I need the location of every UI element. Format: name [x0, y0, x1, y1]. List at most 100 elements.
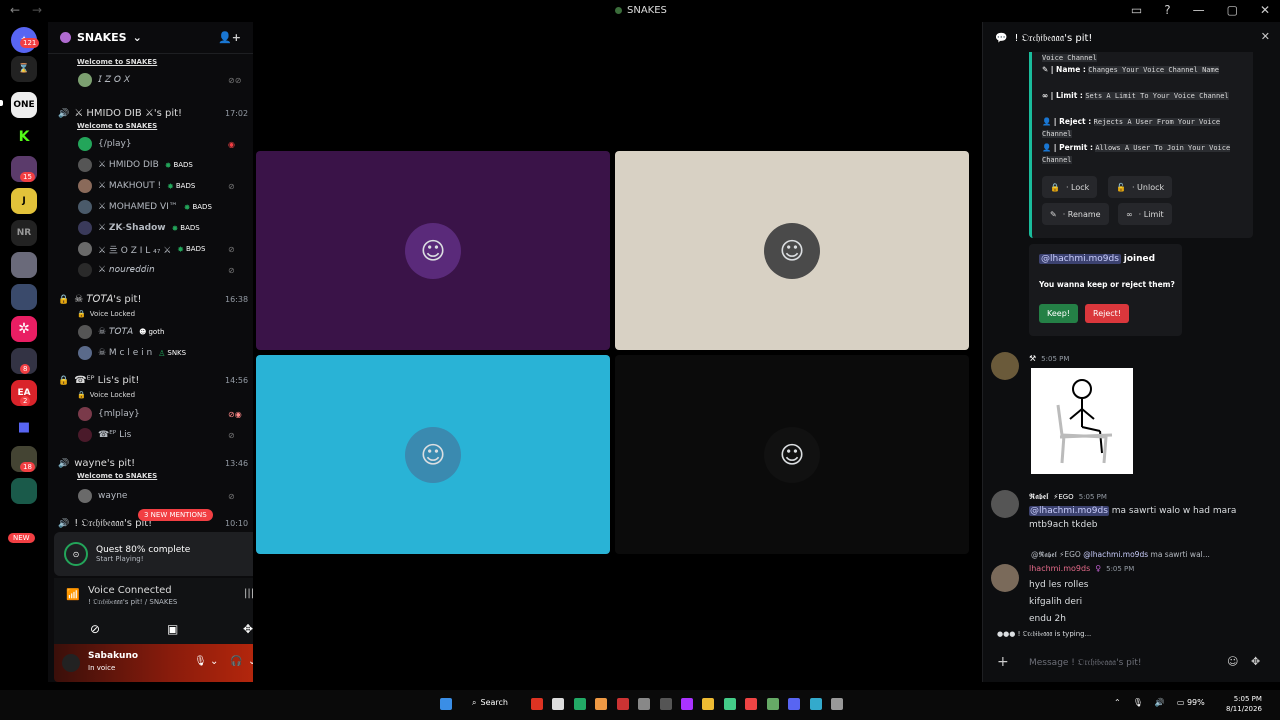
voice-user[interactable]: ⚔ MAKHOUT ! ✸ BADS: [78, 176, 253, 196]
chrome-icon[interactable]: [595, 698, 607, 710]
minimize-button[interactable]: —: [1193, 3, 1205, 17]
new-badge[interactable]: NEW: [8, 533, 35, 543]
app-icon[interactable]: [574, 698, 586, 710]
voice-user[interactable]: 𝘐 𝘡 𝘖 𝘟: [78, 70, 253, 90]
avatar: [78, 221, 92, 235]
forward-arrow-icon[interactable]: →: [32, 3, 42, 17]
emoji-icon[interactable]: ☺: [1227, 655, 1238, 668]
taskbar-search[interactable]: ⌕ Search: [472, 698, 508, 708]
rename-button[interactable]: ✎ · Rename: [1042, 203, 1109, 225]
voice-channel-locked[interactable]: 🔒 ☎ᴱᴾ Lis's pit! 14:56: [58, 375, 253, 386]
voice-user[interactable]: ⚔ 𝗭𝗞-𝗦𝗵𝗮𝗱𝗼𝘄 ✸ BADS: [78, 218, 253, 238]
title-bar: ← → SNAKES ▭ ? — ▢ ✕: [0, 0, 1280, 22]
server-badge: 15: [20, 172, 35, 182]
voice-user[interactable]: {mlplay}: [78, 404, 253, 424]
stream-icon: ◉: [228, 140, 235, 149]
avatar: [78, 242, 92, 256]
avatar: [78, 489, 92, 503]
voice-user[interactable]: ⚔ 亖 O Z I L ₄₇ ⚔ ✸ BADS: [78, 239, 253, 259]
app-icon[interactable]: [681, 698, 693, 710]
server-j[interactable]: J: [11, 188, 37, 214]
voice-user[interactable]: wayne: [78, 486, 253, 506]
participant-tile[interactable]: ☺: [615, 355, 969, 554]
app-icon[interactable]: [745, 698, 757, 710]
voice-user[interactable]: ⚔ HMIDO DIB ✸ BADS: [78, 155, 253, 175]
app-icon[interactable]: [552, 698, 564, 710]
reply-preview[interactable]: @𝕽𝖆𝖇𝖊𝖑 ⚡EGO @lhachmi.mo9ds ma sawrti wal…: [1031, 550, 1271, 560]
embed-name-line: ✎ | Name : Changes Your Voice Channel Na…: [1042, 65, 1219, 74]
windows-start-icon[interactable]: [440, 698, 452, 710]
chevron-down-icon[interactable]: ⌄: [210, 656, 218, 667]
clock[interactable]: 5:05 PM 8/11/2026: [1226, 694, 1262, 714]
avatar[interactable]: [62, 654, 80, 672]
app-icon[interactable]: [531, 698, 543, 710]
welcome-link[interactable]: Welcome to SNAKES: [77, 472, 253, 480]
discord-taskbar-icon[interactable]: [788, 698, 800, 710]
avatar[interactable]: [991, 490, 1019, 518]
server-kick[interactable]: K: [11, 124, 37, 150]
server-one[interactable]: ONE: [11, 92, 37, 118]
stream-icon: ⊘◉: [228, 410, 242, 419]
participant-tile[interactable]: ☺: [256, 151, 610, 350]
avatar[interactable]: [991, 564, 1019, 592]
signal-icon[interactable]: 📶: [66, 588, 80, 601]
folder-icon[interactable]: ■: [11, 414, 37, 440]
camera-off-icon[interactable]: ⊘: [90, 622, 100, 636]
headphones-icon[interactable]: 🎧: [230, 656, 242, 667]
new-mentions-badge[interactable]: 3 NEW MENTIONS: [138, 509, 213, 521]
app-icon[interactable]: [831, 698, 843, 710]
lock-button[interactable]: 🔒 · Lock: [1042, 176, 1098, 198]
maximize-button[interactable]: ▢: [1227, 3, 1238, 17]
hourglass-icon[interactable]: ⌛: [11, 56, 37, 82]
invite-user-icon[interactable]: 👤+: [218, 31, 241, 44]
server-header[interactable]: SNAKES ⌄ 👤+: [48, 22, 253, 54]
folder-icon[interactable]: [702, 698, 714, 710]
message-input[interactable]: Message ! 𝔒𝔯𝔠𝔥𝔦𝔟𝔢𝔞𝔞𝔞's pit!: [1029, 658, 1141, 668]
close-icon[interactable]: ✕: [1261, 30, 1270, 43]
voice-user[interactable]: ⚔ MOHAMED VI™ ✸ BADS: [78, 197, 253, 217]
system-tray[interactable]: ⌃ 🎙 🔊 ▭ 99%: [1114, 698, 1205, 707]
unlock-button[interactable]: 🔓 · Unlock: [1108, 176, 1173, 198]
server-avatar[interactable]: [11, 252, 37, 278]
avatar[interactable]: [991, 352, 1019, 380]
reject-button[interactable]: Reject!: [1085, 304, 1130, 323]
app-icon[interactable]: [767, 698, 779, 710]
activities-icon[interactable]: ✥: [243, 622, 253, 636]
microphone-icon[interactable]: 🎙: [194, 656, 207, 667]
participant-tile[interactable]: ☺: [256, 355, 610, 554]
chair-stickman-image[interactable]: [1031, 368, 1133, 474]
server-nr[interactable]: NR: [11, 220, 37, 246]
app-icon[interactable]: [638, 698, 650, 710]
add-attachment-icon[interactable]: +: [997, 654, 1009, 670]
apps-icon[interactable]: ✥: [1251, 655, 1260, 668]
app-icon[interactable]: [660, 698, 672, 710]
back-arrow-icon[interactable]: ←: [10, 3, 20, 17]
server-avatar[interactable]: [11, 478, 37, 504]
screen-share-icon[interactable]: ▣: [167, 622, 178, 636]
voice-status[interactable]: Voice Connected: [88, 585, 172, 596]
app-icon[interactable]: [724, 698, 736, 710]
voice-user[interactable]: ☠ 𝘛𝘖𝘛𝘈 ☻ goth: [78, 322, 253, 342]
server-avatar[interactable]: [11, 284, 37, 310]
voice-user[interactable]: ⚔ 𝘯𝘰𝘶𝘳𝘦𝘥𝘥𝘪𝘯: [78, 260, 253, 280]
limit-button[interactable]: ∞ · Limit: [1118, 203, 1172, 225]
server-pink[interactable]: ✲: [11, 316, 37, 342]
app-icon[interactable]: [810, 698, 822, 710]
voice-user[interactable]: {/play}: [78, 134, 253, 154]
welcome-link[interactable]: Welcome to SNAKES: [77, 58, 253, 66]
user-mention[interactable]: @lhachmi.mo9ds: [1039, 254, 1121, 264]
voice-channel-locked[interactable]: 🔒 ☠ 𝘛𝘖𝘛𝘈's pit! 16:38: [58, 294, 253, 305]
keep-button[interactable]: Keep!: [1039, 304, 1078, 323]
voice-user[interactable]: ☎ᴱᴾ Lis: [78, 425, 253, 445]
help-icon[interactable]: ?: [1164, 3, 1170, 17]
inbox-icon[interactable]: ▭: [1131, 3, 1142, 17]
participant-tile[interactable]: ☺: [615, 151, 969, 350]
voice-channel[interactable]: 🔊 ⚔ HMIDO DIB ⚔'s pit! 17:02: [58, 108, 253, 119]
voice-channel[interactable]: 🔊 wayne's pit! 13:46: [58, 458, 253, 469]
app-icon[interactable]: [617, 698, 629, 710]
username[interactable]: 𝗦𝗮𝗯𝗮𝗸𝘂𝗻𝗼: [88, 651, 138, 661]
voice-user[interactable]: ☠ M c l e i n ♙ SNKS: [78, 343, 253, 363]
welcome-link[interactable]: Welcome to SNAKES: [77, 122, 253, 130]
typing-indicator: ●●● ! 𝔒𝔯𝔠𝔥𝔦𝔟𝔢𝔞𝔞𝔞 is typing...: [997, 630, 1092, 638]
close-button[interactable]: ✕: [1260, 3, 1270, 17]
